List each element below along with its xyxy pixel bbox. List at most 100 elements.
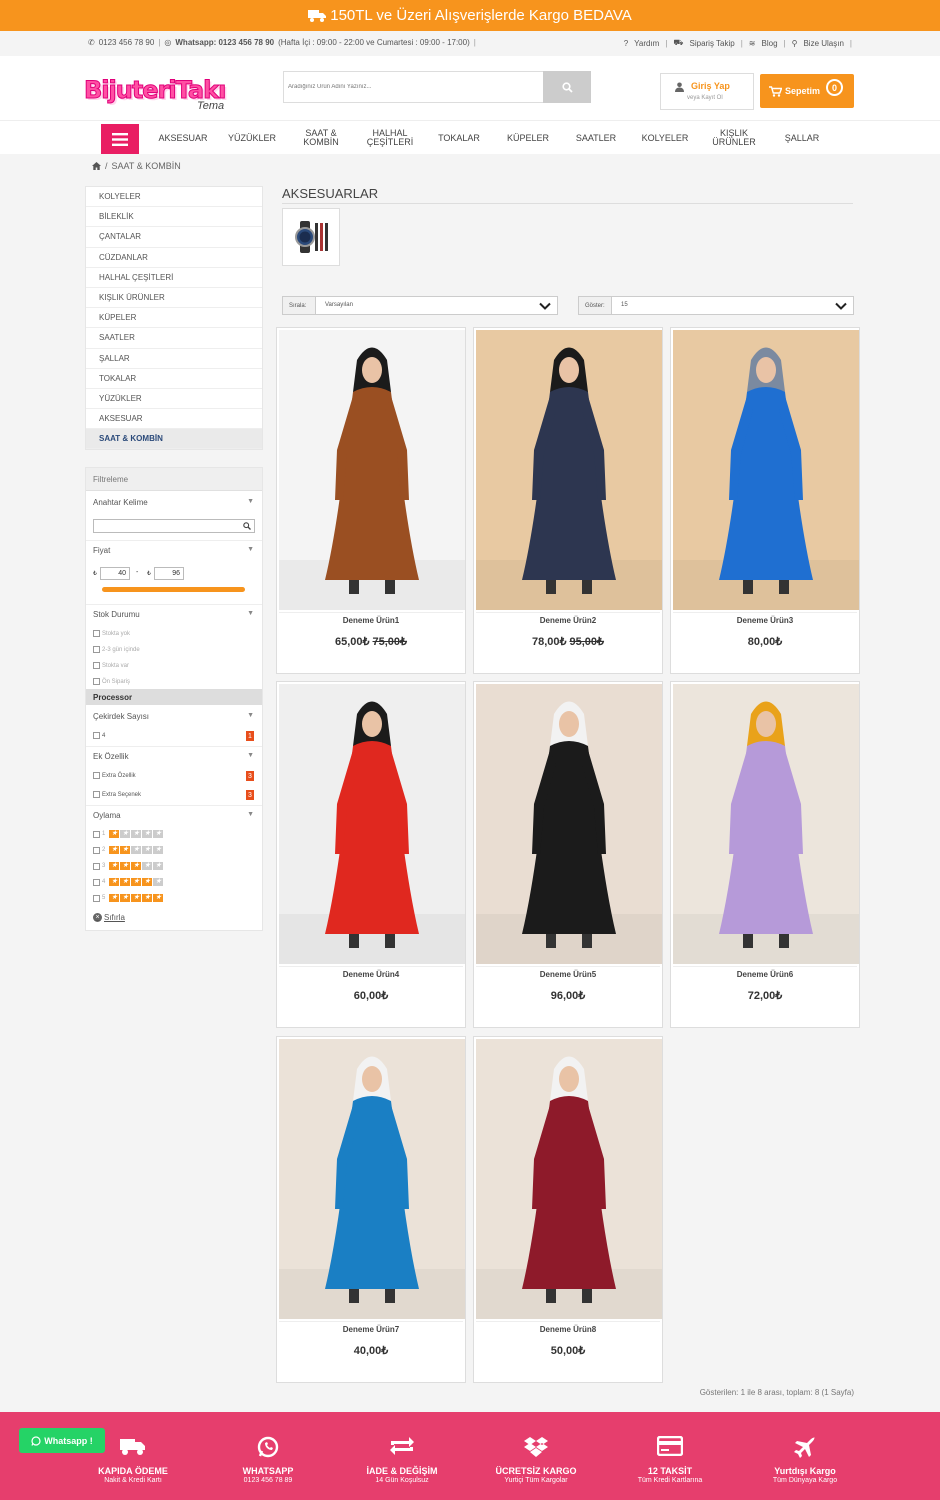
extra-option[interactable]: Extra Özellik xyxy=(93,772,136,779)
rating-option[interactable]: 3 ★ ★ ★ ★ ★ xyxy=(93,862,164,870)
price-section-header[interactable]: Fiyat ▼ xyxy=(86,546,262,555)
nav-item-saatler[interactable]: SAATLER xyxy=(568,125,624,151)
nav-item-kolyeler[interactable]: KOLYELER xyxy=(636,125,694,151)
category-item[interactable]: AKSESUAR xyxy=(86,409,262,430)
login-button[interactable]: Giriş Yap veya Kayıt Ol xyxy=(660,73,754,110)
nav-item-kislik[interactable]: KIŞLIK ÜRÜNLER xyxy=(706,125,762,151)
nav-item-saat-kombin[interactable]: SAAT & KOMBİN xyxy=(296,125,346,151)
product-image[interactable] xyxy=(476,1039,662,1319)
rating-section-header[interactable]: Oylama ▼ xyxy=(86,811,262,820)
cart-button[interactable]: Sepetim 0 xyxy=(760,74,854,108)
checkbox[interactable] xyxy=(93,862,100,870)
product-card[interactable]: Deneme Ürün3 80,00₺ xyxy=(670,327,860,674)
show-count-select[interactable]: Göster: 15 xyxy=(578,296,854,315)
core-count-section-header[interactable]: Çekirdek Sayısı ▼ xyxy=(86,712,262,721)
nav-item-tokalar[interactable]: TOKALAR xyxy=(431,125,487,151)
core-option[interactable]: 4 xyxy=(93,732,105,739)
stock-section-header[interactable]: Stok Durumu ▼ xyxy=(86,610,262,619)
product-image[interactable] xyxy=(673,684,859,964)
product-card[interactable]: Deneme Ürün4 60,00₺ xyxy=(276,681,466,1028)
reset-filters-link[interactable]: × Sıfırla xyxy=(93,913,125,922)
product-name[interactable]: Deneme Ürün4 xyxy=(277,970,465,979)
product-image[interactable] xyxy=(476,684,662,964)
checkbox[interactable] xyxy=(93,791,100,798)
category-item[interactable]: SAATLER xyxy=(86,328,262,349)
whatsapp-chat-button[interactable]: Whatsapp ! xyxy=(19,1428,105,1453)
stock-option[interactable]: 2-3 gün içinde xyxy=(93,646,140,653)
checkbox[interactable] xyxy=(93,678,100,685)
product-name[interactable]: Deneme Ürün8 xyxy=(474,1325,662,1334)
checkbox[interactable] xyxy=(93,878,100,886)
category-item-active[interactable]: SAAT & KOMBİN xyxy=(86,429,262,450)
category-item[interactable]: HALHAL ÇEŞİTLERİ xyxy=(86,268,262,288)
category-item[interactable]: KÜPELER xyxy=(86,308,262,329)
order-tracking-link[interactable]: Sipariş Takip xyxy=(690,39,735,48)
nav-item-aksesuar[interactable]: AKSESUAR xyxy=(154,125,212,151)
footer-features: KAPIDA ÖDEME Nakit & Kredi Kartı WHATSAP… xyxy=(0,1412,940,1500)
checkbox[interactable] xyxy=(93,894,100,902)
price-range-slider[interactable] xyxy=(102,587,245,592)
stock-option[interactable]: Ön Sipariş xyxy=(93,678,130,685)
product-image[interactable] xyxy=(279,330,465,610)
product-image[interactable] xyxy=(673,330,859,610)
checkbox[interactable] xyxy=(93,846,100,854)
checkbox[interactable] xyxy=(93,630,100,637)
help-link[interactable]: Yardım xyxy=(634,39,659,48)
nav-item-yuzukler[interactable]: YÜZÜKLER xyxy=(224,125,280,151)
product-name[interactable]: Deneme Ürün3 xyxy=(671,616,859,625)
product-card[interactable]: Deneme Ürün8 50,00₺ xyxy=(473,1036,663,1383)
whatsapp-number[interactable]: Whatsapp: 0123 456 78 90 xyxy=(175,38,274,47)
hamburger-menu-button[interactable] xyxy=(101,124,139,154)
product-card[interactable]: Deneme Ürün2 78,00₺ 95,00₺ xyxy=(473,327,663,674)
keyword-section-header[interactable]: Anahtar Kelime ▼ xyxy=(86,498,262,507)
category-item[interactable]: KOLYELER xyxy=(86,187,262,208)
product-card[interactable]: Deneme Ürün1 65,00₺ 75,00₺ xyxy=(276,327,466,674)
search-input[interactable] xyxy=(284,72,544,102)
product-image[interactable] xyxy=(279,1039,465,1319)
home-icon[interactable] xyxy=(92,162,101,170)
stock-option[interactable]: Stokta yok xyxy=(93,630,130,637)
product-name[interactable]: Deneme Ürün6 xyxy=(671,970,859,979)
product-card[interactable]: Deneme Ürün5 96,00₺ xyxy=(473,681,663,1028)
category-item[interactable]: ŞALLAR xyxy=(86,349,262,369)
keyword-input[interactable] xyxy=(93,519,255,533)
site-logo[interactable]: BijuteriTakı Tema xyxy=(83,76,234,116)
checkbox[interactable] xyxy=(93,732,100,739)
checkbox[interactable] xyxy=(93,662,100,669)
checkbox[interactable] xyxy=(93,646,100,653)
price-max-input[interactable]: 96 xyxy=(154,567,184,580)
search-button[interactable] xyxy=(543,71,591,103)
nav-item-kupeler[interactable]: KÜPELER xyxy=(500,125,556,151)
rating-option[interactable]: 4 ★ ★ ★ ★ ★ xyxy=(93,878,164,886)
product-name[interactable]: Deneme Ürün1 xyxy=(277,616,465,625)
product-card[interactable]: Deneme Ürün6 72,00₺ xyxy=(670,681,860,1028)
phone-number[interactable]: 0123 456 78 90 xyxy=(99,38,155,47)
blog-link[interactable]: Blog xyxy=(762,39,778,48)
product-image[interactable] xyxy=(279,684,465,964)
extra-feature-section-header[interactable]: Ek Özellik ▼ xyxy=(86,752,262,761)
checkbox[interactable] xyxy=(93,772,100,779)
rating-option[interactable]: 2 ★ ★ ★ ★ ★ xyxy=(93,846,164,854)
category-item[interactable]: ÇANTALAR xyxy=(86,227,262,248)
product-image[interactable] xyxy=(476,330,662,610)
subcategory-thumbnail[interactable] xyxy=(282,208,340,266)
nav-item-sallar[interactable]: ŞALLAR xyxy=(774,125,830,151)
category-item[interactable]: TOKALAR xyxy=(86,369,262,389)
category-item[interactable]: CÜZDANLAR xyxy=(86,248,262,268)
category-item[interactable]: BİLEKLİK xyxy=(86,207,262,228)
price-min-input[interactable]: 40 xyxy=(100,567,130,580)
rating-option[interactable]: 5 ★ ★ ★ ★ ★ xyxy=(93,894,164,902)
rating-option[interactable]: 1 ★ ★ ★ ★ ★ xyxy=(93,830,164,838)
category-item[interactable]: YÜZÜKLER xyxy=(86,389,262,410)
product-name[interactable]: Deneme Ürün7 xyxy=(277,1325,465,1334)
product-card[interactable]: Deneme Ürün7 40,00₺ xyxy=(276,1036,466,1383)
extra-option[interactable]: Extra Seçenek xyxy=(93,791,141,798)
stock-option[interactable]: Stokta var xyxy=(93,662,129,669)
category-item[interactable]: KIŞLIK ÜRÜNLER xyxy=(86,288,262,309)
product-name[interactable]: Deneme Ürün2 xyxy=(474,616,662,625)
checkbox[interactable] xyxy=(93,830,100,838)
product-name[interactable]: Deneme Ürün5 xyxy=(474,970,662,979)
nav-item-halhal[interactable]: HALHAL ÇEŞİTLERİ xyxy=(362,125,418,151)
contact-link[interactable]: Bize Ulaşın xyxy=(803,39,843,48)
sort-select[interactable]: Sırala: Varsayılan xyxy=(282,296,558,315)
